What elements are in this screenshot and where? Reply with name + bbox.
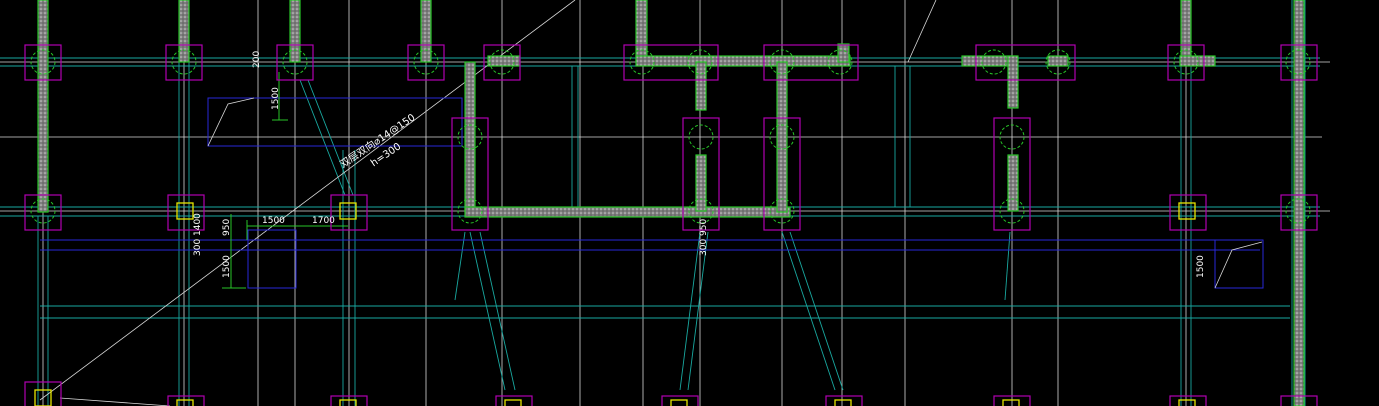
opening-symbol bbox=[1214, 241, 1263, 289]
dimension-label: 1500 bbox=[222, 255, 232, 278]
pile-cap bbox=[825, 395, 863, 406]
column bbox=[504, 399, 522, 406]
shear-wall bbox=[776, 61, 788, 213]
brace-line bbox=[469, 231, 506, 391]
brace-line bbox=[479, 231, 516, 391]
shear-wall bbox=[178, 0, 190, 63]
dimension-marks bbox=[222, 72, 348, 289]
opening-outline bbox=[1214, 239, 1264, 289]
leader-line bbox=[907, 0, 937, 63]
pile-cap bbox=[1169, 194, 1207, 231]
shear-wall bbox=[420, 0, 432, 63]
shear-wall bbox=[1180, 0, 1192, 63]
brace-line bbox=[454, 231, 466, 301]
brace-line bbox=[789, 231, 844, 391]
shear-wall bbox=[464, 61, 476, 213]
shear-wall bbox=[487, 55, 521, 67]
pile-caps bbox=[24, 44, 1318, 406]
column bbox=[670, 399, 688, 406]
dimension-label: 300 bbox=[699, 239, 709, 256]
grid-lines-horizontal bbox=[0, 61, 1330, 212]
brace-line bbox=[299, 79, 346, 196]
brace-line bbox=[1004, 231, 1011, 301]
opening-outline bbox=[207, 97, 463, 147]
brace-line bbox=[781, 231, 836, 391]
shear-wall bbox=[635, 55, 851, 67]
brace-line bbox=[307, 79, 354, 196]
shear-wall bbox=[635, 0, 648, 63]
dimension-label: 1500 bbox=[271, 87, 281, 110]
dimension-label: 1400 bbox=[193, 213, 203, 236]
shear-wall bbox=[464, 206, 791, 218]
shear-wall bbox=[695, 61, 707, 111]
shear-wall bbox=[37, 0, 49, 213]
shear-walls bbox=[37, 0, 1305, 406]
dimension-label: 1500 bbox=[262, 216, 285, 226]
cad-drawing-canvas: 双层双向⌀14@150 h=300 200 1500 300 1400 950 … bbox=[0, 0, 1330, 406]
slab-annotation: 双层双向⌀14@150 h=300 bbox=[337, 111, 417, 171]
pile-cap bbox=[167, 395, 205, 406]
dimension-label: 950 bbox=[699, 219, 709, 236]
dimension-label: 200 bbox=[252, 51, 262, 68]
shear-wall bbox=[695, 154, 707, 212]
columns bbox=[34, 202, 1196, 406]
column bbox=[1002, 399, 1020, 406]
opening-symbols bbox=[207, 97, 1263, 289]
brace-line bbox=[679, 231, 701, 391]
dimension-label: 950 bbox=[222, 219, 232, 236]
column bbox=[339, 399, 357, 406]
shear-wall bbox=[1293, 0, 1305, 406]
dimension-label: 300 bbox=[193, 239, 203, 256]
dimension-label: 1500 bbox=[1196, 255, 1206, 278]
opening-symbol bbox=[207, 97, 255, 147]
shear-wall bbox=[1007, 154, 1019, 212]
column bbox=[834, 399, 852, 406]
piles bbox=[30, 49, 1311, 224]
shear-wall bbox=[1047, 55, 1069, 67]
dimension-label: 1700 bbox=[312, 216, 335, 226]
pile-cap bbox=[661, 395, 699, 406]
shear-wall bbox=[837, 43, 850, 63]
pile-cap bbox=[1169, 395, 1207, 406]
pile-cap bbox=[495, 395, 533, 406]
leader-line bbox=[59, 397, 171, 406]
shear-wall bbox=[1007, 55, 1019, 109]
shear-wall bbox=[289, 0, 301, 63]
